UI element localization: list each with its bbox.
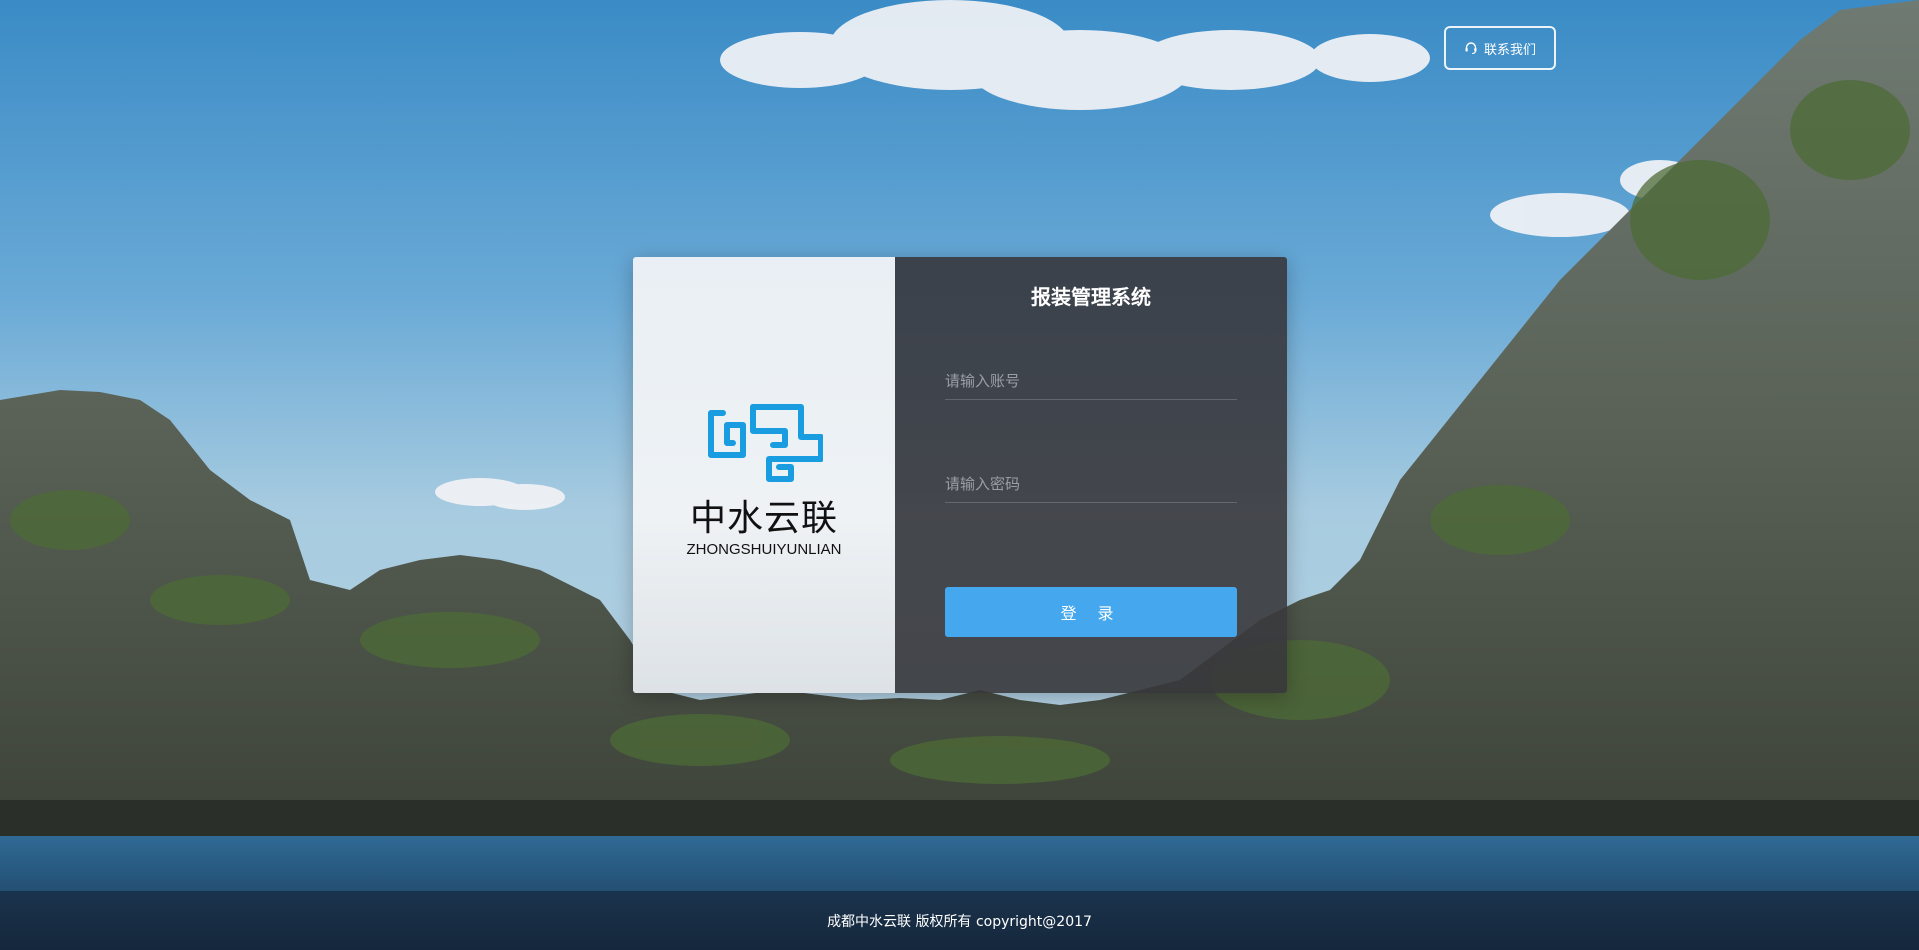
account-input[interactable] [945,363,1237,399]
contact-us-button[interactable]: 联系我们 [1444,26,1556,70]
login-form: 报装管理系统 登 录 [895,257,1287,693]
password-input[interactable] [945,466,1237,502]
copyright-text: 成都中水云联 版权所有 copyright@2017 [827,913,1092,930]
brand-name-cn: 中水云联 [689,497,838,539]
brand-name-en: ZHONGSHUIYUNLIAN [686,540,842,558]
login-card: 中水云联 ZHONGSHUIYUNLIAN 报装管理系统 登 录 [633,257,1287,693]
footer-bar: 成都中水云联 版权所有 copyright@2017 [0,891,1919,950]
login-page: 联系我们 中水云联 ZHONGSHUIYUNLIAN 报装管理系统 请输入账号 … [0,0,1919,950]
headset-icon [1464,41,1478,55]
login-button[interactable]: 登 录 [945,587,1237,637]
password-field [945,466,1237,503]
brand-panel: 中水云联 ZHONGSHUIYUNLIAN [633,257,895,693]
account-field [945,363,1237,400]
contact-us-label: 联系我们 [1483,42,1536,58]
system-title: 报装管理系统 [1031,285,1151,309]
brand-logo-icon [708,403,823,482]
